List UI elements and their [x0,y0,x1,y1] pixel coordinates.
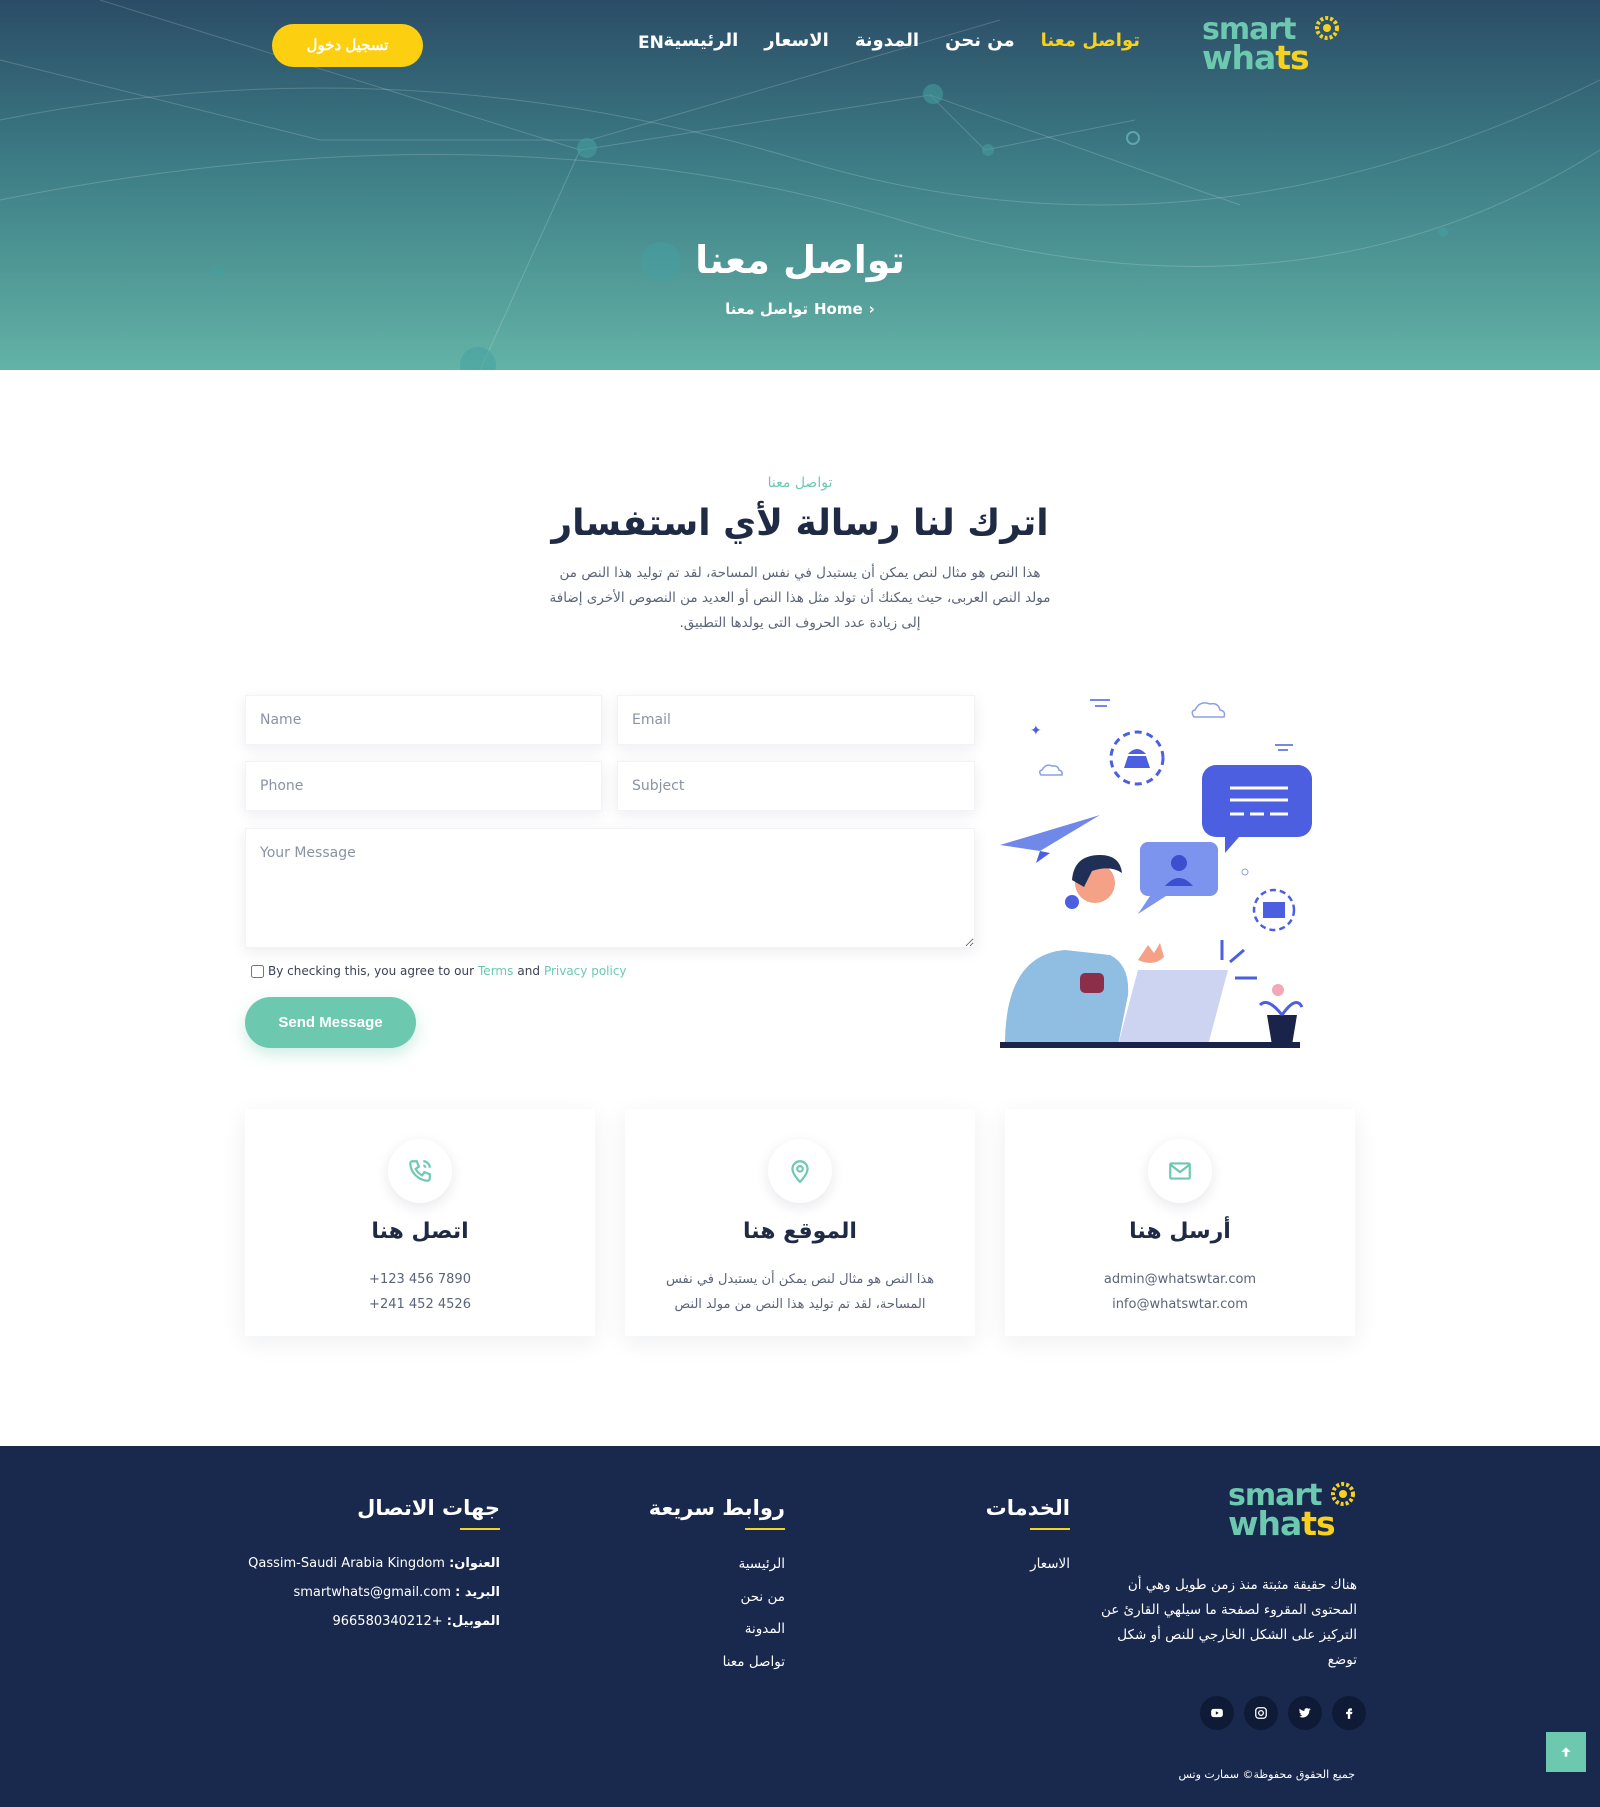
phone-icon [388,1139,452,1203]
nav-item-about[interactable]: من نحن [945,30,1015,51]
breadcrumb-separator-icon: › [868,300,875,318]
page-title: تواصل معنا [695,238,905,282]
site-footer: smart whats هناك حقيقة مثبتة منذ زمن طوي… [0,1446,1600,1807]
terms-checkbox[interactable] [251,964,264,978]
card-title: الموقع هنا [743,1219,857,1244]
footer-contacts-title: جهات الاتصال [357,1496,500,1530]
card-title: أرسل هنا [1129,1219,1231,1244]
email-line[interactable]: info@whatswtar.com [1025,1292,1335,1317]
svg-text:✦: ✦ [1030,723,1042,739]
card-content: admin@whatswtar.com info@whatswtar.com [1025,1267,1335,1317]
top-navigation: smart whats الرئيسية الاسعار المدونة من … [0,0,1600,90]
footer-mobile[interactable]: الموبيل: +966580340212 [200,1614,500,1629]
privacy-policy-link[interactable]: Privacy policy [544,964,627,978]
location-pin-icon [768,1139,832,1203]
main-menu: الرئيسية الاسعار المدونة من نحن تواصل مع… [663,30,1140,51]
hero-banner: smart whats الرئيسية الاسعار المدونة من … [0,0,1600,370]
customer-support-illustration: ✦ [1000,699,1312,1048]
footer-link-contact[interactable]: تواصل معنا [723,1654,785,1670]
instagram-icon[interactable] [1244,1696,1278,1730]
login-button[interactable]: تسجيل دخول [272,24,423,67]
card-content: هذا النص هو مثال لنص يمكن أن يستبدل في ن… [645,1267,955,1317]
email-field[interactable] [617,695,975,745]
terms-agreement: By checking this, you agree to our Terms… [251,964,627,978]
name-field[interactable] [245,695,602,745]
subject-field[interactable] [617,761,975,811]
facebook-icon[interactable] [1332,1696,1366,1730]
card-phone: اتصل هنا 7890 456 123+ 4526 452 241+ [245,1109,595,1336]
gear-icon [1315,16,1339,40]
footer-link-blog[interactable]: المدونة [745,1621,785,1637]
section-description: هذا النص هو مثال لنص يمكن أن يستبدل في ن… [549,565,1051,631]
footer-link-pricing[interactable]: الاسعار [1030,1556,1070,1572]
card-title: اتصل هنا [371,1219,469,1244]
social-links [1200,1696,1366,1730]
footer-services-title: الخدمات [985,1496,1071,1530]
phone-field[interactable] [245,761,602,811]
footer-about: هناك حقيقة مثبتة منذ زمن طويل وهي أن الم… [1100,1577,1357,1668]
card-content: 7890 456 123+ 4526 452 241+ [265,1267,575,1317]
arrow-up-icon [1561,1747,1571,1757]
send-message-button[interactable]: Send Message [245,997,416,1048]
and-text: and [517,964,540,978]
message-field[interactable] [245,828,975,948]
phone-line[interactable]: 7890 456 123+ [265,1267,575,1292]
footer-link-about[interactable]: من نحن [740,1589,785,1605]
address-line: المساحة، لقد تم توليد هذا النص من مولد ا… [674,1297,926,1312]
copyright: جميع الحقوق محفوظة© سمارت وتس [1178,1768,1356,1781]
footer-link-home[interactable]: الرئيسية [739,1556,786,1572]
card-location: الموقع هنا هذا النص هو مثال لنص يمكن أن … [625,1109,975,1336]
footer-quick-links-title: روابط سريعة [648,1496,786,1530]
nav-item-blog[interactable]: المدونة [855,30,919,51]
agree-text: By checking this, you agree to our [268,964,475,978]
email-line[interactable]: admin@whatswtar.com [1025,1267,1335,1292]
nav-item-home[interactable]: الرئيسية [663,30,738,51]
mail-icon [1148,1139,1212,1203]
nav-item-pricing[interactable]: الاسعار [764,30,829,51]
logo-word-whats: whats [1202,38,1310,77]
youtube-icon[interactable] [1200,1696,1234,1730]
nav-item-contact[interactable]: تواصل معنا [1041,30,1140,51]
breadcrumb: تواصل معنا Home › [0,300,1600,318]
scroll-to-top-button[interactable] [1546,1732,1586,1772]
language-switch[interactable]: EN [638,33,664,53]
twitter-icon[interactable] [1288,1696,1322,1730]
footer-address: العنوان: Qassim-Saudi Arabia Kingdom [248,1556,500,1571]
brand-logo[interactable]: smart whats [1202,15,1342,75]
breadcrumb-home[interactable]: Home [814,300,863,318]
section-eyebrow: تواصل معنا [767,475,833,491]
breadcrumb-current: تواصل معنا [725,300,808,318]
address-line: هذا النص هو مثال لنص يمكن أن يستبدل في ن… [665,1272,935,1287]
footer-logo[interactable]: smart whats [1228,1481,1358,1541]
gear-icon [1331,1482,1355,1506]
section-title: اترك لنا رسالة لأي استفسار [551,503,1049,544]
phone-line[interactable]: 4526 452 241+ [265,1292,575,1317]
footer-email[interactable]: البريد : smartwhats@gmail.com [200,1585,500,1600]
terms-link[interactable]: Terms [478,964,513,978]
logo-word-whats: whats [1228,1504,1336,1543]
card-email: أرسل هنا admin@whatswtar.com info@whatsw… [1005,1109,1355,1336]
